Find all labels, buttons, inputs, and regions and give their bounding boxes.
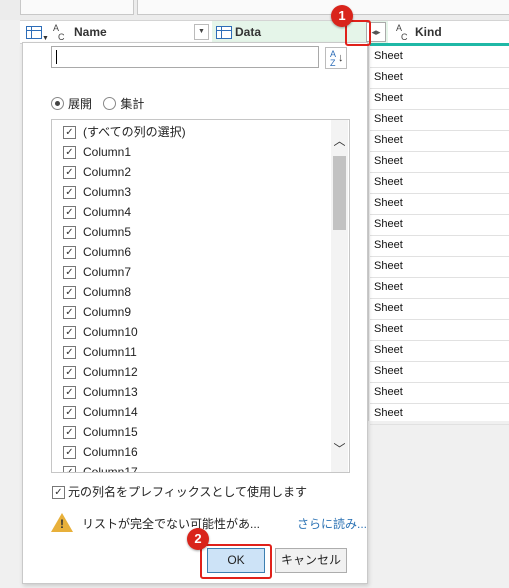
checkbox-checked[interactable]: ✓ xyxy=(63,286,76,299)
warning-exclamation: ! xyxy=(60,517,64,531)
checkbox-checked[interactable]: ✓ xyxy=(63,366,76,379)
load-more-link[interactable]: さらに読み... xyxy=(297,515,367,532)
checkbox-checked[interactable]: ✓ xyxy=(63,406,76,419)
checkbox-checked[interactable]: ✓ xyxy=(63,306,76,319)
checkbox-checked[interactable]: ✓ xyxy=(63,206,76,219)
highlight-ok-button xyxy=(200,544,272,579)
tab-edge xyxy=(20,0,134,15)
list-scrollbar[interactable]: ︿ ﹀ xyxy=(331,120,348,472)
grid-cell[interactable]: Sheet xyxy=(370,340,509,362)
checkbox-checked[interactable]: ✓ xyxy=(63,246,76,259)
kind-column-cells: Sheet Sheet Sheet Sheet Sheet Sheet Shee… xyxy=(370,43,509,425)
grid-cell[interactable]: Sheet xyxy=(370,361,509,383)
chevron-down-icon[interactable]: ﹀ xyxy=(331,442,348,456)
radio-expand-label: 展開 xyxy=(68,97,93,111)
text-type-icon[interactable]: AC xyxy=(53,24,65,42)
scrollbar-thumb[interactable] xyxy=(333,156,346,230)
checkbox-checked[interactable]: ✓ xyxy=(63,266,76,279)
grid-cell[interactable]: Sheet xyxy=(370,214,509,236)
grid-cell[interactable]: Sheet xyxy=(370,172,509,194)
grid-cell[interactable]: Sheet xyxy=(370,277,509,299)
grid-cell[interactable]: Sheet xyxy=(370,382,509,404)
checkbox-checked[interactable]: ✓ xyxy=(63,226,76,239)
column-checklist: ✓ (すべての列の選択) ✓ Column1 ✓ Column2 ✓ Column3 ✓… xyxy=(51,119,350,473)
grid-cell[interactable]: Sheet xyxy=(370,319,509,341)
checkbox-checked[interactable]: ✓ xyxy=(63,166,76,179)
checkbox-checked[interactable]: ✓ xyxy=(63,466,76,472)
text-caret xyxy=(56,50,57,64)
grid-cell[interactable]: Sheet xyxy=(370,46,509,68)
cancel-button[interactable]: キャンセル xyxy=(275,548,347,573)
grid-cell[interactable]: Sheet xyxy=(370,193,509,215)
grid-divider xyxy=(368,43,369,421)
checkbox-checked[interactable]: ✓ xyxy=(63,186,76,199)
grid-cell[interactable]: Sheet xyxy=(370,151,509,173)
grid-cell[interactable]: Sheet xyxy=(370,88,509,110)
checkbox-checked[interactable]: ✓ xyxy=(63,446,76,459)
prefix-label: 元の列名をプレフィックスとして使用します xyxy=(68,485,308,499)
grid-cell[interactable]: Sheet xyxy=(370,235,509,257)
grid-cell[interactable]: Sheet xyxy=(370,256,509,278)
column-name-label: Name xyxy=(74,25,107,39)
radio-aggregate-label: 集計 xyxy=(120,97,145,111)
radio-aggregate[interactable] xyxy=(103,97,117,110)
tab-edge xyxy=(137,0,509,15)
checkbox-checked[interactable]: ✓ xyxy=(63,426,76,439)
column-data-label: Data xyxy=(235,25,262,39)
checkbox-checked[interactable]: ✓ xyxy=(63,346,76,359)
chevron-up-icon[interactable]: ︿ xyxy=(331,134,348,148)
warning-text: リストが完全でない可能性があ... xyxy=(82,517,261,531)
column-kind-label: Kind xyxy=(415,25,442,39)
column-header-kind[interactable]: AC Kind xyxy=(390,21,509,43)
sort-arrow-icon: ↓ xyxy=(338,52,344,64)
grid-cell[interactable]: Sheet xyxy=(370,109,509,131)
grid-cell[interactable]: Sheet xyxy=(370,298,509,320)
column-search-input[interactable] xyxy=(51,46,319,68)
checkbox-checked[interactable]: ✓ xyxy=(63,146,76,159)
checkbox-checked[interactable]: ✓ xyxy=(63,386,76,399)
prefix-checkbox[interactable]: ✓ xyxy=(52,486,65,499)
mode-radio-group: 展開 集計 xyxy=(51,95,152,111)
checkbox-checked[interactable]: ✓ xyxy=(63,326,76,339)
checkbox-checked[interactable]: ✓ xyxy=(63,126,76,139)
table-icon[interactable] xyxy=(26,26,42,39)
callout-badge-2: 2 xyxy=(187,528,209,550)
grid-cell[interactable]: Sheet xyxy=(370,403,509,425)
expand-columns-popup: A Z ↓ 展開 集計 ✓ (すべての列の選択) ✓ Column1 ✓ Column… xyxy=(22,42,368,584)
text-type-icon[interactable]: AC xyxy=(396,24,408,42)
grid-cell[interactable]: Sheet xyxy=(370,67,509,89)
sort-az-button[interactable]: A Z ↓ xyxy=(325,47,347,69)
radio-expand[interactable] xyxy=(51,97,64,110)
filter-dropdown-button[interactable]: ▼ xyxy=(194,24,209,40)
callout-badge-1: 1 xyxy=(331,5,353,27)
column-header-name[interactable]: ▼ AC Name ▼ xyxy=(20,21,210,43)
top-strip xyxy=(0,0,509,20)
grid-cell[interactable]: Sheet xyxy=(370,130,509,152)
column-header-row: ▼ AC Name ▼ Data ◂▸ AC Kind xyxy=(20,20,509,44)
table-type-icon[interactable] xyxy=(216,26,232,39)
